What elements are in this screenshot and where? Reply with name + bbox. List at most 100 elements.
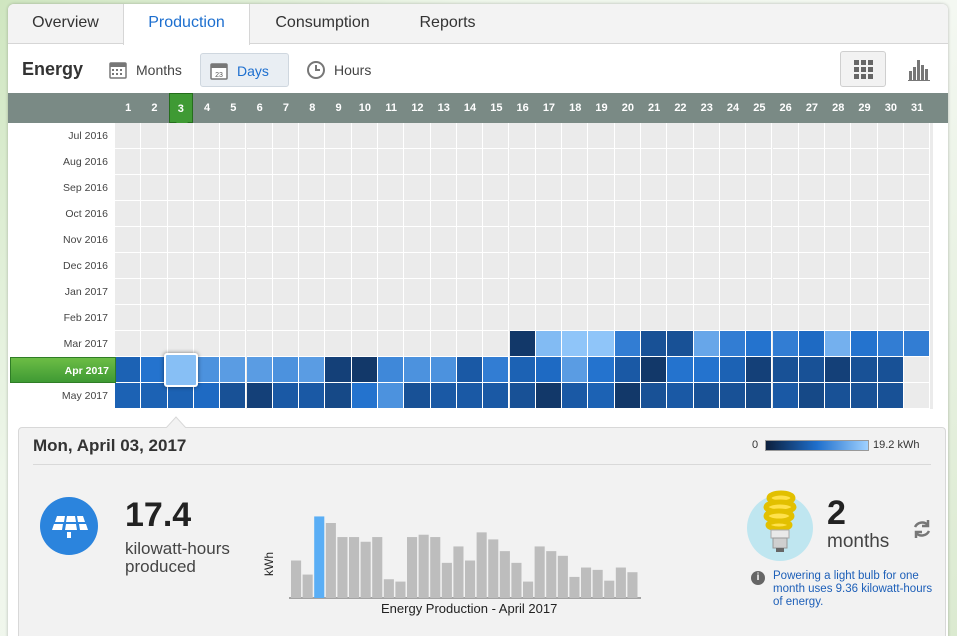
day-column-26[interactable]: 26 — [774, 93, 798, 123]
heatmap-cell[interactable] — [115, 383, 142, 409]
chart-bar[interactable] — [615, 567, 626, 598]
heatmap-cell[interactable] — [141, 383, 168, 409]
heatmap-cell[interactable] — [825, 331, 852, 357]
chart-bar[interactable] — [372, 537, 383, 598]
day-column-19[interactable]: 19 — [590, 93, 614, 123]
heatmap-cell[interactable] — [378, 357, 405, 383]
day-column-30[interactable]: 30 — [879, 93, 903, 123]
chart-bar[interactable] — [418, 534, 429, 598]
chart-bar[interactable] — [395, 581, 406, 598]
heatmap-cell[interactable] — [772, 357, 799, 383]
day-column-12[interactable]: 12 — [405, 93, 429, 123]
heatmap-cell[interactable] — [193, 383, 221, 409]
heatmap-cell[interactable] — [851, 383, 878, 409]
month-label[interactable]: Oct 2016 — [8, 201, 108, 227]
day-column-22[interactable]: 22 — [668, 93, 692, 123]
chart-bar[interactable] — [592, 569, 603, 598]
selected-heatmap-cell[interactable] — [163, 353, 198, 387]
day-column-7[interactable]: 7 — [274, 93, 298, 123]
day-column-2[interactable]: 2 — [142, 93, 166, 123]
heatmap-cell[interactable] — [772, 331, 799, 357]
heatmap-view-toggle[interactable] — [840, 51, 886, 87]
chart-bar[interactable] — [291, 560, 302, 599]
heatmap-cell[interactable] — [509, 383, 536, 409]
heatmap-cell[interactable] — [877, 331, 904, 357]
day-column-17[interactable]: 17 — [537, 93, 561, 123]
chart-bar[interactable] — [476, 532, 487, 598]
heatmap-cell[interactable] — [588, 331, 615, 357]
heatmap-cell[interactable] — [614, 357, 641, 383]
heatmap-cell[interactable] — [325, 383, 352, 409]
chart-bar[interactable] — [581, 567, 592, 598]
chart-bar[interactable] — [604, 580, 615, 598]
heatmap-cell[interactable] — [509, 357, 536, 383]
heatmap-cell[interactable] — [535, 357, 563, 383]
day-column-4[interactable]: 4 — [195, 93, 219, 123]
heatmap-cell[interactable] — [246, 357, 273, 383]
chart-bar[interactable] — [430, 537, 441, 598]
heatmap-cell[interactable] — [325, 357, 352, 383]
months-button[interactable]: Months — [100, 53, 190, 87]
chart-bar[interactable] — [407, 537, 418, 598]
day-column-18[interactable]: 18 — [563, 93, 587, 123]
heatmap-cell[interactable] — [351, 357, 378, 383]
tab-consumption[interactable]: Consumption — [250, 4, 395, 44]
day-column-5[interactable]: 5 — [221, 93, 245, 123]
heatmap-cell[interactable] — [693, 357, 720, 383]
month-label[interactable]: Sep 2016 — [8, 175, 108, 201]
day-column-15[interactable]: 15 — [484, 93, 508, 123]
day-column-21[interactable]: 21 — [642, 93, 666, 123]
heatmap-cell[interactable] — [456, 383, 484, 409]
day-column-6[interactable]: 6 — [248, 93, 272, 123]
heatmap-cell[interactable] — [641, 331, 668, 357]
chart-bar[interactable] — [627, 572, 638, 598]
heatmap-cell[interactable] — [535, 383, 563, 409]
day-column-31[interactable]: 31 — [905, 93, 929, 123]
heatmap-cell[interactable] — [719, 357, 747, 383]
heatmap-cell[interactable] — [220, 383, 247, 409]
chart-bar[interactable] — [523, 581, 534, 598]
heatmap-cell[interactable] — [693, 331, 720, 357]
heatmap-cell[interactable] — [299, 357, 326, 383]
refresh-icon[interactable] — [911, 518, 933, 540]
month-label[interactable]: Jan 2017 — [8, 279, 108, 305]
heatmap-cell[interactable] — [746, 383, 773, 409]
day-column-9[interactable]: 9 — [327, 93, 351, 123]
heatmap-cell[interactable] — [404, 357, 431, 383]
chart-bar[interactable] — [511, 562, 522, 598]
month-label[interactable]: Feb 2017 — [8, 305, 108, 331]
heatmap-cell[interactable] — [588, 357, 615, 383]
heatmap-cell[interactable] — [825, 383, 852, 409]
day-column-8[interactable]: 8 — [300, 93, 324, 123]
days-button[interactable]: 23 Days — [200, 53, 289, 87]
chart-bar[interactable] — [302, 574, 313, 598]
month-label[interactable]: May 2017 — [8, 383, 108, 409]
chart-bar[interactable] — [453, 546, 464, 598]
heatmap-cell[interactable] — [456, 357, 484, 383]
heatmap-cell[interactable] — [772, 383, 799, 409]
month-label[interactable]: Apr 2017 — [10, 357, 116, 383]
chart-bar[interactable] — [557, 555, 568, 598]
heatmap-cell[interactable] — [641, 383, 668, 409]
day-column-1[interactable]: 1 — [116, 93, 140, 123]
day-column-28[interactable]: 28 — [826, 93, 850, 123]
chart-bar[interactable] — [465, 560, 476, 599]
tab-reports[interactable]: Reports — [395, 4, 500, 44]
chart-bar[interactable] — [349, 537, 360, 598]
heatmap-cell[interactable] — [667, 357, 694, 383]
heatmap-cell[interactable] — [877, 383, 904, 409]
month-label[interactable]: Jul 2016 — [8, 123, 108, 149]
heatmap-cell[interactable] — [220, 357, 247, 383]
chart-bar[interactable] — [360, 541, 371, 598]
heatmap-cell[interactable] — [299, 383, 326, 409]
heatmap-cell[interactable] — [509, 331, 536, 357]
heatmap-cell[interactable] — [798, 331, 826, 357]
day-column-14[interactable]: 14 — [458, 93, 482, 123]
heatmap-cell[interactable] — [877, 357, 904, 383]
heatmap-cell[interactable] — [430, 383, 457, 409]
month-label[interactable]: Dec 2016 — [8, 253, 108, 279]
heatmap-cell[interactable] — [535, 331, 563, 357]
day-column-3[interactable]: 3 — [168, 93, 193, 123]
heatmap-cell[interactable] — [825, 357, 852, 383]
heatmap-cell[interactable] — [851, 357, 878, 383]
